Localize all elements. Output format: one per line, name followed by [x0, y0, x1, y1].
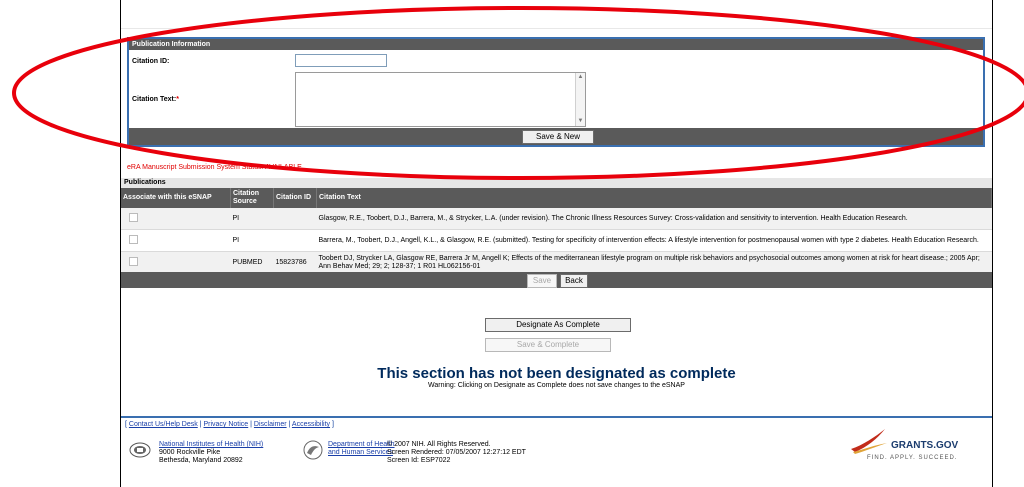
hhs-link-line1[interactable]: Department of Health: [328, 441, 395, 449]
grants-gov-logo[interactable]: GRANTS.GOV FIND. APPLY. SUCCEED.: [849, 427, 989, 467]
citation-text-textarea[interactable]: ▲ ▼: [295, 72, 586, 127]
accessibility-link[interactable]: Accessibility: [292, 421, 330, 428]
hhs-info: Department of Health and Human Services: [328, 441, 395, 457]
citation-source-cell: PUBMED: [230, 251, 274, 274]
hhs-link-line2[interactable]: and Human Services: [328, 449, 395, 457]
citation-source-cell: PI: [230, 208, 274, 230]
column-header-citation-id: Citation ID: [273, 188, 317, 208]
nih-link[interactable]: National Institutes of Health (NIH): [159, 441, 263, 449]
footer-links: [ Contact Us/Help Desk | Privacy Notice …: [125, 421, 334, 428]
publications-header: Publications: [121, 178, 992, 188]
citation-id-label: Citation ID:: [132, 58, 170, 65]
screen-rendered-text: Screen Rendered: 07/05/2007 12:27:12 EDT: [387, 449, 526, 456]
column-header-citation-text: Citation Text: [316, 188, 992, 208]
save-new-button[interactable]: Save & New: [522, 130, 594, 144]
citation-id-cell: [273, 229, 317, 252]
citation-text-cell: Glasgow, R.E., Toobert, D.J., Barrera, M…: [316, 208, 992, 230]
citation-text-cell: Barrera, M., Toobert, D.J., Angell, K.L.…: [316, 229, 992, 252]
table-row: PI Barrera, M., Toobert, D.J., Angell, K…: [121, 229, 992, 252]
designation-warning-text: Warning: Clicking on Designate as Comple…: [428, 382, 685, 389]
scroll-up-arrow-icon[interactable]: ▲: [576, 73, 585, 82]
footer-divider: [121, 416, 992, 418]
associate-checkbox[interactable]: [129, 234, 138, 244]
publication-information-header: Publication Information: [129, 39, 983, 50]
nih-info: National Institutes of Health (NIH) 9000…: [159, 441, 263, 465]
system-status-text: eRA Manuscript Submission System Status:…: [127, 164, 302, 171]
publications-footer: Save Back: [121, 272, 992, 288]
table-row: PI Glasgow, R.E., Toobert, D.J., Barrera…: [121, 208, 992, 230]
nih-logo-icon: [129, 442, 151, 458]
citation-source-cell: PI: [230, 229, 274, 252]
hhs-eagle-icon: [303, 440, 323, 460]
save-complete-button[interactable]: Save & Complete: [485, 338, 611, 352]
publication-information-panel: Publication Information Citation ID: Cit…: [127, 37, 985, 147]
not-designated-heading: This section has not been designated as …: [377, 365, 736, 382]
grants-logo-text: GRANTS.GOV: [891, 440, 959, 451]
table-header-row: Associate with this eSNAP Citation Sourc…: [121, 188, 992, 208]
citation-id-cell: 15823786: [273, 251, 317, 274]
grants-swoosh-icon: [851, 429, 887, 454]
column-header-citation-source: Citation Source: [230, 188, 274, 208]
site-info: © 2007 NIH. All Rights Reserved. Screen …: [387, 441, 526, 465]
associate-cell: [121, 208, 231, 230]
copyright-text: © 2007 NIH. All Rights Reserved.: [387, 441, 491, 448]
associate-cell: [121, 229, 231, 252]
scroll-down-arrow-icon[interactable]: ▼: [576, 117, 585, 126]
associate-cell: [121, 251, 231, 274]
nih-address-line2: Bethesda, Maryland 20892: [159, 457, 243, 464]
citation-text-label-text: Citation Text:: [132, 96, 177, 103]
nih-address-line1: 9000 Rockville Pike: [159, 449, 221, 456]
publication-information-footer: Save & New: [129, 128, 983, 145]
page-frame: Publication Information Citation ID: Cit…: [120, 0, 993, 487]
associate-checkbox[interactable]: [129, 256, 138, 266]
designate-as-complete-button[interactable]: Designate As Complete: [485, 318, 631, 332]
column-header-associate: Associate with this eSNAP: [121, 188, 231, 208]
back-button[interactable]: Back: [560, 274, 588, 288]
citation-id-input[interactable]: [295, 54, 387, 67]
citation-text-label: Citation Text:*: [132, 96, 179, 103]
publications-table: Associate with this eSNAP Citation Sourc…: [121, 188, 992, 274]
disclaimer-link[interactable]: Disclaimer: [254, 421, 287, 428]
save-button[interactable]: Save: [527, 274, 557, 288]
designation-status-message: This section has not been designated as …: [121, 365, 992, 389]
privacy-notice-link[interactable]: Privacy Notice: [203, 421, 248, 428]
citation-text-cell: Toobert DJ, Strycker LA, Glasgow RE, Bar…: [316, 251, 992, 274]
grants-tagline: FIND. APPLY. SUCCEED.: [867, 455, 958, 461]
citation-id-cell: [273, 208, 317, 230]
contact-help-desk-link[interactable]: Contact Us/Help Desk: [129, 421, 198, 428]
screen-id-text: Screen Id: ESP7022: [387, 457, 451, 464]
top-blank-area: [121, 0, 992, 29]
table-row: PUBMED 15823786 Toobert DJ, Strycker LA,…: [121, 251, 992, 274]
required-asterisk: *: [176, 96, 179, 103]
associate-checkbox[interactable]: [129, 212, 138, 222]
textarea-scrollbar[interactable]: ▲ ▼: [575, 73, 585, 126]
